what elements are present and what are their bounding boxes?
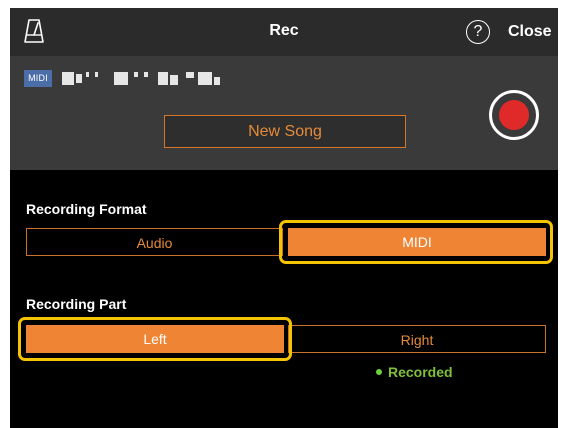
recorded-status: Recorded — [376, 364, 453, 380]
selection-highlight — [279, 220, 553, 264]
recording-part-label: Recording Part — [26, 296, 127, 312]
song-panel: MIDI New Song — [10, 56, 558, 170]
header-bar: Rec ? Close — [10, 8, 558, 56]
recording-format-label: Recording Format — [26, 201, 147, 217]
close-button[interactable]: Close — [508, 23, 552, 41]
part-right-option[interactable]: Right — [288, 325, 546, 353]
record-button[interactable] — [489, 90, 539, 140]
selection-highlight — [18, 317, 292, 361]
record-icon — [499, 100, 529, 130]
song-name-obscured — [62, 72, 232, 86]
rec-screen: Rec ? Close MIDI New Song Recording Form… — [10, 8, 558, 428]
new-song-button[interactable]: New Song — [164, 115, 406, 148]
help-icon[interactable]: ? — [466, 20, 490, 44]
format-audio-option[interactable]: Audio — [26, 228, 283, 256]
status-dot-icon — [376, 369, 382, 376]
recorded-status-label: Recorded — [388, 364, 453, 380]
midi-badge: MIDI — [24, 70, 52, 87]
